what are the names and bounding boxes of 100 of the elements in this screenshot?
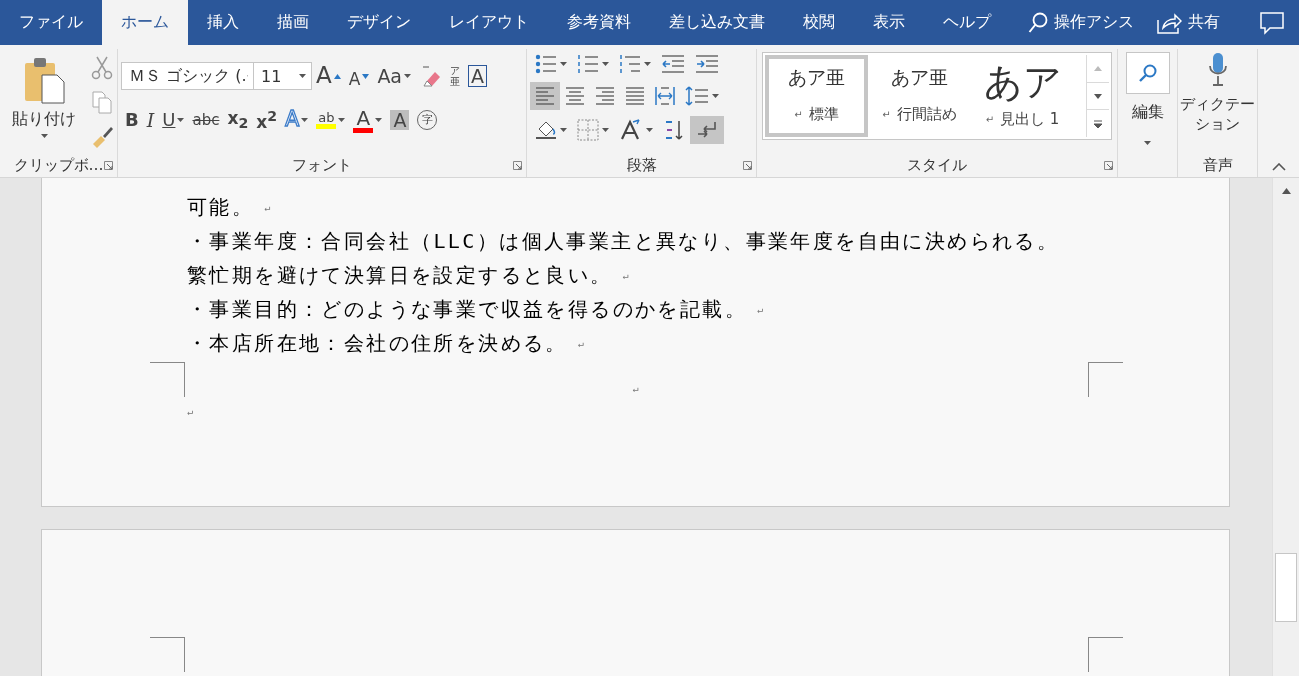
document-text: 繁忙期を避けて決算日を設定すると良い。 <box>187 261 613 289</box>
paragraph-mark: ↵ <box>632 383 639 394</box>
align-center-icon <box>565 85 585 107</box>
justify-icon <box>625 85 645 107</box>
tell-me-search[interactable]: 操作アシス <box>1024 0 1138 45</box>
group-label: フォント <box>292 155 352 175</box>
script-button[interactable]: x$_{2}$ <box>223 106 253 134</box>
align-left-icon <box>535 85 555 107</box>
font-color-button[interactable]: A <box>349 106 387 134</box>
editing-button[interactable]: 編集 <box>1118 49 1177 177</box>
share-label: 共有 <box>1188 12 1220 33</box>
paragraph-mark: ↵ <box>882 109 891 120</box>
style-sample: あア亜 <box>788 68 845 87</box>
crop-mark <box>1088 637 1123 672</box>
style-name: 見出し 1 <box>1000 109 1060 129</box>
ribbon-tab[interactable]: ホーム <box>102 0 188 45</box>
triangle-up-icon <box>1094 65 1102 71</box>
show-marks-button[interactable] <box>690 116 724 144</box>
numbered-list-icon <box>577 54 599 74</box>
ribbon-tab[interactable]: 描画 <box>258 0 328 45</box>
strike-button[interactable]: abc <box>188 106 224 134</box>
crop-mark <box>150 637 185 672</box>
expand-icon <box>1094 119 1102 128</box>
ribbon-tab[interactable]: ファイル <box>0 0 102 45</box>
triangle-down-icon <box>362 73 370 79</box>
crop-mark <box>1088 362 1123 397</box>
paragraph-mark: ↵ <box>187 405 194 417</box>
paragraph-mark: ↵ <box>757 303 764 315</box>
font-size-field[interactable]: 11 <box>254 62 312 90</box>
ribbon-tab[interactable]: レイアウト <box>430 0 548 45</box>
dialog-launcher-icon <box>513 161 522 170</box>
document-text: ・事業目的：どのような事業で収益を得るのかを記載。 <box>187 295 747 323</box>
paste-label: 貼り付け <box>12 109 76 130</box>
bullet-list-icon <box>535 54 557 74</box>
share-button[interactable]: 共有 <box>1152 0 1224 45</box>
borders-icon <box>577 119 599 141</box>
paragraph-mark: ↵ <box>622 269 629 281</box>
case-button[interactable]: Aa <box>373 62 415 90</box>
style-name: 行間詰め <box>896 105 957 124</box>
triangle-up-icon <box>333 73 341 79</box>
style-name: 標準 <box>808 105 839 124</box>
share-icon <box>1156 10 1182 35</box>
shrink-button[interactable]: A <box>344 62 374 90</box>
script-button[interactable]: x$^{2}$ <box>252 106 282 134</box>
style-sample: あア亜 <box>891 68 948 87</box>
style-sample: あア <box>983 63 1062 102</box>
copy-icon <box>91 90 113 114</box>
document-text: 可能。 <box>187 193 255 221</box>
ribbon-tab[interactable]: 表示 <box>854 0 924 45</box>
tell-me-label: 操作アシス <box>1054 12 1134 33</box>
chevron-up-icon <box>1271 163 1286 171</box>
underline-button[interactable]: U <box>158 106 189 134</box>
crop-mark <box>150 362 185 397</box>
indent-icon <box>695 54 719 74</box>
paint-bucket-icon <box>535 119 557 141</box>
grow-button[interactable]: A <box>312 62 345 90</box>
paragraph-mark: ↵ <box>985 113 995 125</box>
dialog-launcher-icon <box>743 161 752 170</box>
triangle-up-icon <box>1281 188 1291 194</box>
microphone-icon <box>1207 52 1228 88</box>
ribbon-tab[interactable]: 参考資料 <box>548 0 650 45</box>
multilevel-list-icon <box>619 54 641 74</box>
style-item[interactable]: あア亜 ↵ 標準 <box>765 55 868 137</box>
document-text: ・本店所在地：会社の住所を決める。 <box>187 329 568 357</box>
scroll-thumb[interactable] <box>1275 553 1297 622</box>
distributed-icon <box>655 85 675 107</box>
font-name-field[interactable]: ＭＳ ゴシック (. <box>121 62 254 90</box>
paragraph-mark: ↵ <box>264 201 271 213</box>
italic-button[interactable]: I <box>142 106 159 134</box>
highlight-button[interactable]: ab <box>312 106 350 134</box>
sort-icon <box>663 119 685 141</box>
scissors-icon <box>91 56 113 80</box>
group-label: クリップボ… <box>13 155 104 175</box>
outdent-icon <box>661 54 685 74</box>
collapse-ribbon-button[interactable] <box>1271 163 1286 171</box>
search-icon <box>1137 63 1158 83</box>
paste-button[interactable]: 貼り付け <box>8 49 80 153</box>
paintbrush-icon <box>91 124 115 148</box>
document-text: ・事業年度：合同会社（LLC）は個人事業主と異なり、事業年度を自由に決められる。 <box>187 227 1060 255</box>
comment-icon <box>1259 10 1285 35</box>
group-label: スタイル <box>907 155 967 175</box>
ribbon-tab[interactable]: 挿入 <box>188 0 258 45</box>
ribbon-tab[interactable]: ヘルプ <box>924 0 1010 45</box>
ribbon-tab[interactable]: デザイン <box>328 0 430 45</box>
group-label: 段落 <box>626 155 657 175</box>
search-icon <box>1028 11 1048 34</box>
clipboard-icon <box>22 55 66 105</box>
ribbon-tab[interactable]: 校閲 <box>784 0 854 45</box>
bold-button[interactable]: B <box>121 106 143 134</box>
alignment-button[interactable] <box>530 82 560 110</box>
paragraph-mark: ↵ <box>794 109 803 120</box>
dialog-launcher-icon <box>104 161 113 170</box>
dialog-launcher-icon <box>1104 161 1113 170</box>
triangle-down-icon <box>1094 93 1102 99</box>
dictate-button[interactable]: ディクテーション <box>1178 49 1257 153</box>
ruby-button[interactable]: ア亜 <box>445 62 464 90</box>
scrollbar[interactable] <box>1272 178 1299 676</box>
align-right-icon <box>595 85 615 107</box>
group-label: 音声 <box>1202 155 1233 175</box>
ribbon-tab[interactable]: 差し込み文書 <box>650 0 784 45</box>
